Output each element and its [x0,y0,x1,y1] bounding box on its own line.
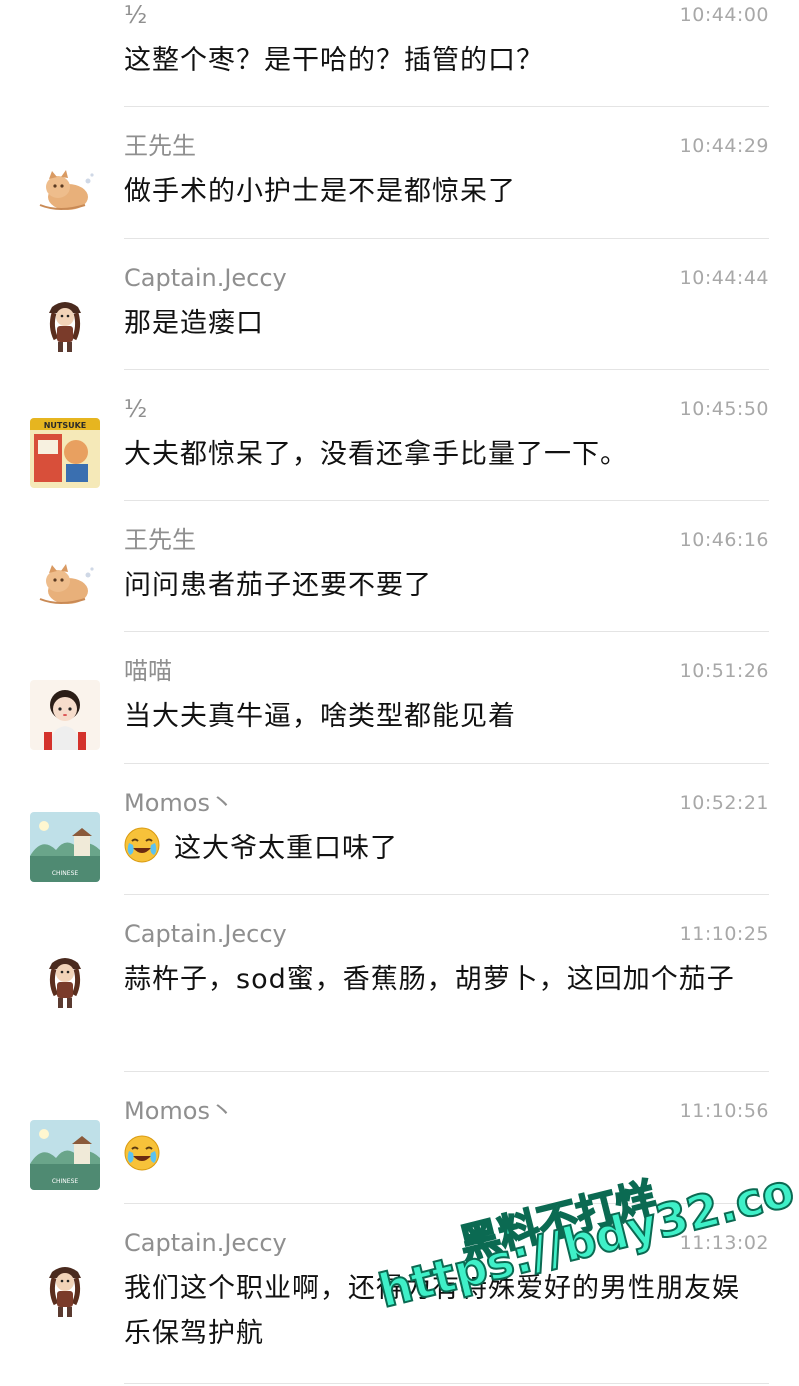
message-text-content: 这整个枣？是干哈的？插管的口？ [124,45,544,76]
chat-message[interactable]: NUTSUKE ½ 10:45:50 大夫都惊呆了，没看还拿手比量了一下。 [0,384,799,501]
message-text: 那是造瘘口 [124,301,764,346]
message-timestamp: 10:44:00 [679,4,769,26]
sender-name: Captain.Jeccy [124,920,287,948]
message-text: 我们这个职业啊，还得为有特殊爱好的男性朋友娱乐保驾护航 [124,1266,764,1356]
message-timestamp: 11:10:25 [679,923,769,945]
chat-message[interactable]: CHINESE Momos丶 11:10:56 [0,1086,799,1204]
avatar[interactable] [30,680,100,750]
chat-message[interactable]: Captain.Jeccy 10:44:44 那是造瘘口 [0,253,799,370]
message-text: 问问患者茄子还要不要了 [124,563,764,608]
message-text: 这整个枣？是干哈的？插管的口？ [124,38,764,83]
sender-name: 王先生 [124,132,196,160]
sender-name: 喵喵 [124,657,172,685]
divider [124,763,769,764]
message-text-content: 蒜杵子，sod蜜，香蕉肠，胡萝卜，这回加个茄子 [124,964,735,995]
message-text-content: 这大爷太重口味了 [174,833,398,864]
message-timestamp: 10:45:50 [679,398,769,420]
avatar[interactable]: CHINESE [30,812,100,882]
divider [124,369,769,370]
message-text-content: 大夫都惊呆了，没看还拿手比量了一下。 [124,439,628,470]
avatar[interactable] [30,549,100,619]
sender-name: 王先生 [124,526,196,554]
message-timestamp: 11:10:56 [679,1100,769,1122]
sender-name: Captain.Jeccy [124,264,287,292]
message-timestamp: 10:44:29 [679,135,769,157]
sender-name: ½ [124,395,148,423]
message-text: 蒜杵子，sod蜜，香蕉肠，胡萝卜，这回加个茄子 [124,957,764,1002]
message-timestamp: 10:51:26 [679,660,769,682]
message-text: 做手术的小护士是不是都惊呆了 [124,169,764,214]
message-text-content: 当大夫真牛逼，啥类型都能见着 [124,701,516,732]
svg-text:CHINESE: CHINESE [52,870,79,877]
message-text: 大夫都惊呆了，没看还拿手比量了一下。 [124,432,764,477]
divider [124,631,769,632]
sender-name: Captain.Jeccy [124,1229,287,1257]
avatar[interactable] [30,155,100,225]
divider [124,1071,769,1072]
chat-message[interactable]: Captain.Jeccy 11:13:02 我们这个职业啊，还得为有特殊爱好的男性… [0,1218,799,1384]
message-timestamp: 10:44:44 [679,267,769,289]
avatar[interactable] [30,287,100,357]
avatar[interactable]: CHINESE [30,1120,100,1190]
divider [124,500,769,501]
chat-message[interactable]: Captain.Jeccy 11:10:25 蒜杵子，sod蜜，香蕉肠，胡萝卜，这回… [0,909,799,1072]
sender-name: Momos丶 [124,789,234,817]
divider [124,1383,769,1384]
divider [124,238,769,239]
chat-message[interactable]: 王先生 10:46:16 问问患者茄子还要不要了 [0,515,799,632]
chat-message[interactable]: ½ 10:44:00 这整个枣？是干哈的？插管的口？ [0,0,799,107]
message-text-content: 问问患者茄子还要不要了 [124,570,432,601]
message-text-content: 那是造瘘口 [124,308,264,339]
message-text [124,1134,764,1179]
sender-name: Momos丶 [124,1097,234,1125]
message-timestamp: 11:13:02 [679,1232,769,1254]
message-text-content: 我们这个职业啊，还得为有特殊爱好的男性朋友娱乐保驾护航 [124,1273,740,1349]
chat-message[interactable]: CHINESE Momos丶 10:52:21 这大爷太重口味了 [0,778,799,895]
message-timestamp: 10:46:16 [679,529,769,551]
laugh-cry-emoji [124,827,160,863]
divider [124,106,769,107]
chat-message[interactable]: 喵喵 10:51:26 当大夫真牛逼，啥类型都能见着 [0,646,799,764]
message-text-content: 做手术的小护士是不是都惊呆了 [124,176,516,207]
message-text: 当大夫真牛逼，啥类型都能见着 [124,694,764,739]
sender-name: ½ [124,1,148,29]
divider [124,894,769,895]
chat-message[interactable]: 王先生 10:44:29 做手术的小护士是不是都惊呆了 [0,121,799,239]
message-timestamp: 10:52:21 [679,792,769,814]
avatar[interactable] [30,943,100,1013]
avatar[interactable]: NUTSUKE [30,418,100,488]
svg-text:NUTSUKE: NUTSUKE [44,421,87,430]
svg-text:CHINESE: CHINESE [52,1178,79,1185]
laugh-cry-emoji [124,1135,160,1171]
avatar[interactable] [30,1252,100,1322]
divider [124,1203,769,1204]
message-text: 这大爷太重口味了 [124,826,764,871]
